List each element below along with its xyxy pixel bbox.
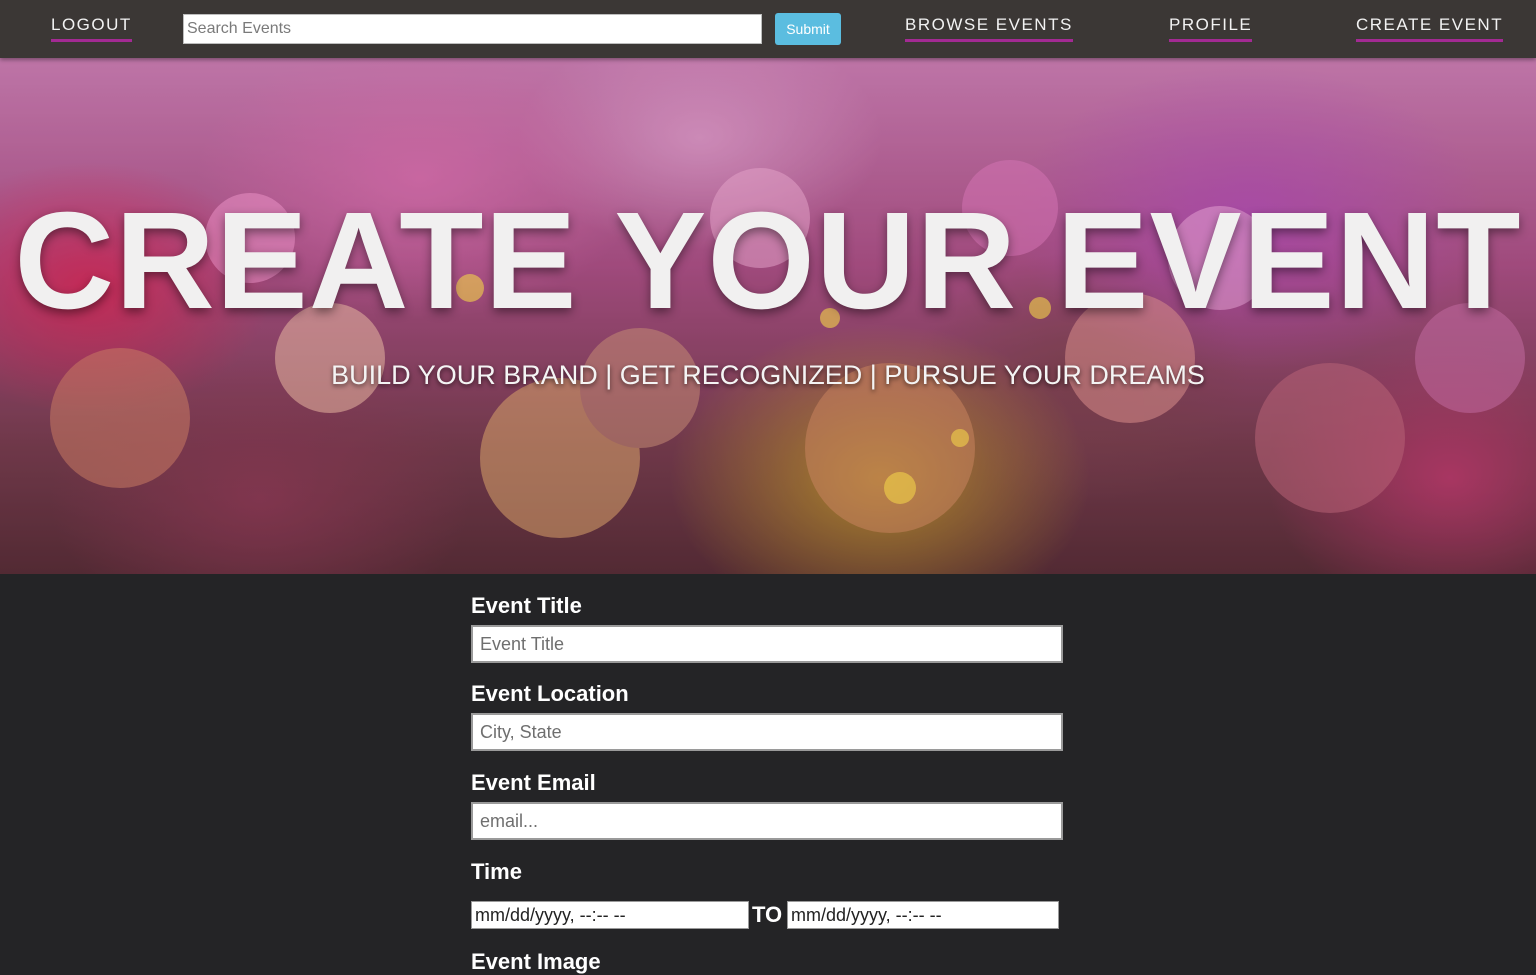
create-event-link[interactable]: CREATE EVENT: [1356, 15, 1504, 42]
hero-subtitle: BUILD YOUR BRAND | GET RECOGNIZED | PURS…: [331, 360, 1205, 390]
search-input[interactable]: [183, 14, 762, 44]
profile-link[interactable]: PROFILE: [1169, 15, 1253, 42]
event-location-input[interactable]: [471, 713, 1063, 751]
hero-title: CREATE YOUR EVENT: [14, 184, 1522, 338]
hero-banner: CREATE YOUR EVENT BUILD YOUR BRAND | GET…: [0, 58, 1536, 574]
event-email-input[interactable]: [471, 802, 1063, 840]
top-navbar: LOGOUT Submit BROWSE EVENTS PROFILE CREA…: [0, 0, 1536, 58]
end-datetime-input[interactable]: [787, 901, 1059, 929]
event-email-label: Event Email: [471, 770, 596, 795]
event-image-label: Event Image: [471, 949, 601, 974]
event-title-input[interactable]: [471, 625, 1063, 663]
event-title-label: Event Title: [471, 593, 582, 618]
event-location-label: Event Location: [471, 681, 629, 706]
logout-link[interactable]: LOGOUT: [51, 15, 132, 42]
time-label: Time: [471, 859, 522, 884]
search-submit-button[interactable]: Submit: [775, 13, 841, 45]
browse-events-link[interactable]: BROWSE EVENTS: [905, 15, 1073, 42]
time-separator-label: TO: [752, 902, 783, 927]
start-datetime-input[interactable]: [471, 901, 749, 929]
